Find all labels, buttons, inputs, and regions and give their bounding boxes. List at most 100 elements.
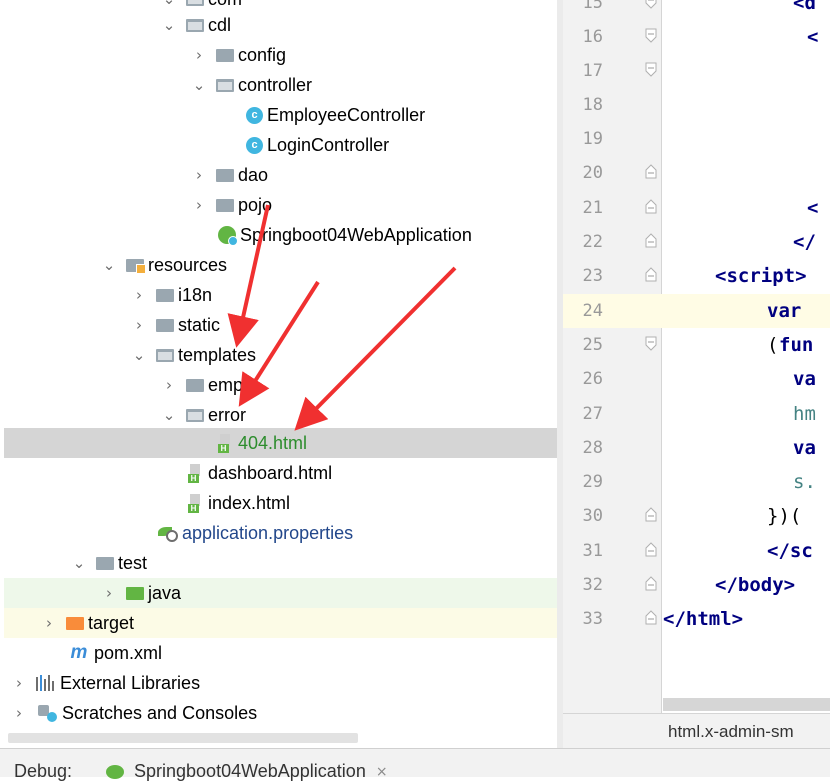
chevron-right-icon[interactable]: › [190, 160, 208, 190]
editor-line-19[interactable]: 19 [563, 122, 830, 156]
chevron-right-icon[interactable]: › [10, 698, 28, 728]
tree-item-404-html[interactable]: H 404.html [4, 428, 557, 458]
code-editor[interactable]: 15 <d 16 <17 18 19 20 21 <22 </ 23 <script> 24 var 25 (… [563, 0, 830, 748]
fold-end-icon[interactable] [645, 576, 657, 591]
chevron-down-icon[interactable]: ⌄ [160, 400, 178, 430]
chevron-right-icon[interactable]: › [130, 280, 148, 310]
editor-line-17[interactable]: 17 [563, 54, 830, 88]
tree-horizontal-scrollbar[interactable] [8, 733, 358, 743]
editor-line-30[interactable]: 30})( [563, 499, 830, 533]
editor-line-23[interactable]: 23 <script> [563, 259, 830, 293]
chevron-right-icon[interactable]: › [190, 40, 208, 70]
editor-line-31[interactable]: 31 </sc [563, 534, 830, 568]
editor-line-29[interactable]: 29 s. [563, 465, 830, 499]
debug-tab-springboot04webapplication[interactable]: Springboot04WebApplication × [106, 761, 388, 782]
chevron-down-icon[interactable]: ⌄ [190, 70, 208, 100]
fold-end-icon[interactable] [645, 199, 657, 214]
tree-item-index-html[interactable]: Hindex.html [4, 488, 557, 518]
breadcrumb-text[interactable]: html.x-admin-sm [668, 722, 794, 742]
chevron-right-icon[interactable]: › [10, 668, 28, 698]
tree-item-logincontroller[interactable]: c LoginController [4, 130, 557, 160]
chevron-down-icon[interactable]: ⌄ [70, 548, 88, 578]
line-number: 23 [582, 266, 603, 286]
line-number: 21 [582, 198, 603, 218]
java-class-icon: c [246, 106, 263, 124]
tree-item-target[interactable]: › target [4, 608, 557, 638]
fold-end-icon[interactable] [645, 507, 657, 522]
tree-item-label: EmployeeController [267, 104, 426, 125]
line-number: 25 [582, 335, 603, 355]
tree-node: Hindex.html [188, 488, 290, 518]
tree-item-application-properties[interactable]: application.properties [4, 518, 557, 548]
code-token: va [793, 368, 816, 390]
editor-horizontal-scrollbar[interactable] [663, 698, 830, 711]
tree-item-employeecontroller[interactable]: c EmployeeController [4, 100, 557, 130]
tree-item-label: java [148, 582, 182, 603]
chevron-right-icon[interactable]: › [130, 310, 148, 340]
fold-end-icon[interactable] [645, 542, 657, 557]
chevron-down-icon[interactable]: ⌄ [130, 340, 148, 370]
folder-open-icon [186, 408, 204, 422]
fold-end-icon[interactable] [645, 267, 657, 282]
tree-item-controller[interactable]: ⌄ controller [4, 70, 557, 100]
tree-node: ⌄ test [70, 548, 147, 578]
editor-line-32[interactable]: 32 </body> [563, 568, 830, 602]
tree-item-java[interactable]: › java [4, 578, 557, 608]
editor-line-18[interactable]: 18 [563, 88, 830, 122]
chevron-right-icon[interactable]: › [40, 608, 58, 638]
fold-end-icon[interactable] [645, 610, 657, 625]
fold-start-icon[interactable] [645, 0, 657, 9]
editor-line-15[interactable]: 15 <d [563, 0, 830, 20]
tree-item-external-libraries[interactable]: › External Libraries [4, 668, 557, 698]
code-token: </body> [715, 574, 796, 596]
editor-line-16[interactable]: 16 < [563, 20, 830, 54]
tree-item-resources[interactable]: ⌄ resources [4, 250, 557, 280]
editor-line-25[interactable]: 25 (fun [563, 328, 830, 362]
tree-item-pom-xml[interactable]: m pom.xml [4, 638, 557, 668]
folder-open-icon [156, 348, 174, 362]
tree-item-springboot04webapplication[interactable]: Springboot04WebApplication [4, 220, 557, 250]
tree-item-error[interactable]: ⌄ error [4, 400, 557, 430]
fold-end-icon[interactable] [645, 233, 657, 248]
folder-icon [156, 318, 174, 332]
tree-item-templates[interactable]: ⌄ templates [4, 340, 557, 370]
tree-item-label: emp [208, 374, 244, 395]
line-number: 28 [582, 438, 603, 458]
editor-line-22[interactable]: 22 </ [563, 225, 830, 259]
chevron-down-icon[interactable]: ⌄ [160, 10, 178, 40]
fold-end-icon[interactable] [645, 164, 657, 179]
tree-item-test[interactable]: ⌄ test [4, 548, 557, 578]
tree-item-dao[interactable]: › dao [4, 160, 557, 190]
tree-item-dashboard-html[interactable]: Hdashboard.html [4, 458, 557, 488]
code-token: < [807, 197, 819, 219]
editor-line-26[interactable]: 26 va [563, 362, 830, 396]
fold-start-icon[interactable] [645, 62, 657, 77]
code-token: s. [793, 471, 816, 493]
editor-line-24[interactable]: 24 var [563, 294, 830, 328]
editor-line-20[interactable]: 20 [563, 156, 830, 190]
tree-item-config[interactable]: › config [4, 40, 557, 70]
tree-item-scratches-and-consoles[interactable]: › Scratches and Consoles [4, 698, 557, 728]
tree-item-i18n[interactable]: › i18n [4, 280, 557, 310]
editor-line-33[interactable]: 33 </html> [563, 602, 830, 636]
chevron-down-icon[interactable]: ⌄ [100, 250, 118, 280]
editor-line-28[interactable]: 28 va [563, 431, 830, 465]
spring-boot-icon [106, 764, 124, 779]
fold-start-icon[interactable] [645, 336, 657, 351]
close-icon[interactable]: × [376, 764, 388, 780]
editor-line-21[interactable]: 21 < [563, 191, 830, 225]
fold-start-icon[interactable] [645, 28, 657, 43]
editor-breadcrumb[interactable]: html.x-admin-sm [563, 713, 830, 748]
chevron-right-icon[interactable]: › [160, 370, 178, 400]
tree-item-cdl[interactable]: ⌄ cdl [4, 10, 557, 40]
debug-label: Debug: [14, 761, 73, 781]
editor-line-27[interactable]: 27 hm [563, 397, 830, 431]
tree-node: Springboot04WebApplication [218, 220, 472, 250]
chevron-right-icon[interactable]: › [190, 190, 208, 220]
tree-item-pojo[interactable]: › pojo [4, 190, 557, 220]
chevron-right-icon[interactable]: › [100, 578, 118, 608]
tree-item-emp[interactable]: › emp [4, 370, 557, 400]
html-file-icon: H [188, 493, 204, 513]
tree-item-static[interactable]: › static [4, 310, 557, 340]
line-number: 19 [582, 129, 603, 149]
